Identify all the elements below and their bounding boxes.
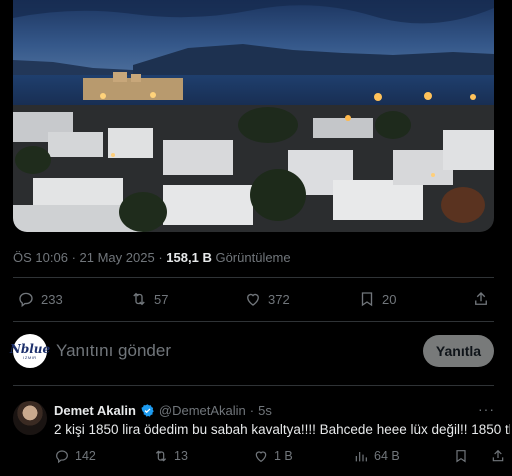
share-button[interactable] xyxy=(490,448,506,464)
like-count: 372 xyxy=(268,291,290,307)
avatar-logo-subtext: IZMIR xyxy=(23,354,37,360)
share-button[interactable] xyxy=(472,290,490,308)
reply-tweet-action-bar: 142 13 1 B 64 B xyxy=(54,448,510,466)
bookmark-button[interactable] xyxy=(453,448,469,464)
retweet-count: 13 xyxy=(174,449,188,463)
like-button[interactable]: 372 xyxy=(244,290,290,308)
bookmark-icon xyxy=(456,450,466,463)
retweet-button[interactable]: 57 xyxy=(130,290,168,308)
avatar[interactable] xyxy=(13,401,47,435)
views-button[interactable]: 64 B xyxy=(353,448,400,464)
post-age[interactable]: 5s xyxy=(258,403,272,418)
divider xyxy=(13,277,494,278)
divider xyxy=(13,385,494,386)
meta-separator: · xyxy=(71,250,76,265)
author-name[interactable]: Demet Akalin xyxy=(54,403,136,418)
tweet-time[interactable]: ÖS 10:06 xyxy=(13,250,68,265)
share-icon xyxy=(492,449,504,462)
like-count: 1 B xyxy=(274,449,293,463)
reply-count: 233 xyxy=(41,291,63,307)
retweet-icon xyxy=(133,292,145,306)
views-count: 158,1 B xyxy=(166,250,212,265)
retweet-button[interactable]: 13 xyxy=(153,448,188,464)
reply-count: 142 xyxy=(75,449,96,463)
views-count: 64 B xyxy=(374,449,400,463)
tweet-photo[interactable] xyxy=(13,0,494,232)
reply-tweet-text: 2 kişi 1850 lira ödedim bu sabah kavalty… xyxy=(54,422,510,437)
divider xyxy=(13,321,494,322)
bookmark-icon xyxy=(361,292,373,307)
reply-input[interactable]: Yanıtını gönder xyxy=(56,341,171,361)
tweet-date[interactable]: 21 May 2025 xyxy=(80,250,155,265)
reply-composer: Nblue IZMIR Yanıtını gönder Yanıtla xyxy=(9,334,494,370)
like-button[interactable]: 1 B xyxy=(253,448,293,464)
tweet-meta: ÖS 10:06 · 21 May 2025 · 158,1 B Görüntü… xyxy=(13,250,291,265)
views-label: Görüntüleme xyxy=(215,250,291,265)
reply-icon xyxy=(19,292,33,308)
avatar[interactable]: Nblue IZMIR xyxy=(9,334,51,368)
reply-button[interactable]: 233 xyxy=(17,290,63,308)
share-icon xyxy=(475,292,487,305)
meta-separator: · xyxy=(158,250,163,265)
header-separator: · xyxy=(249,403,255,418)
bookmark-button[interactable]: 20 xyxy=(358,290,396,308)
reply-button[interactable]: 142 xyxy=(54,448,96,464)
like-icon xyxy=(255,451,267,463)
reply-icon xyxy=(56,450,68,464)
reply-submit-button[interactable]: Yanıtla xyxy=(423,335,494,367)
author-handle[interactable]: @DemetAkalin xyxy=(159,403,246,418)
like-icon xyxy=(247,293,259,306)
tweet-action-bar: 233 57 372 20 xyxy=(13,290,494,310)
views-icon xyxy=(355,452,367,462)
verified-badge-icon xyxy=(141,404,154,417)
reply-tweet[interactable]: Demet Akalin @DemetAkalin · 5s ··· 2 kiş… xyxy=(13,396,512,476)
retweet-count: 57 xyxy=(154,291,169,307)
avatar-logo-text: Nblue xyxy=(9,341,51,356)
retweet-icon xyxy=(155,450,167,462)
more-icon[interactable]: ··· xyxy=(478,401,495,417)
bookmark-count: 20 xyxy=(382,291,397,307)
reply-tweet-header: Demet Akalin @DemetAkalin · 5s xyxy=(54,403,272,418)
